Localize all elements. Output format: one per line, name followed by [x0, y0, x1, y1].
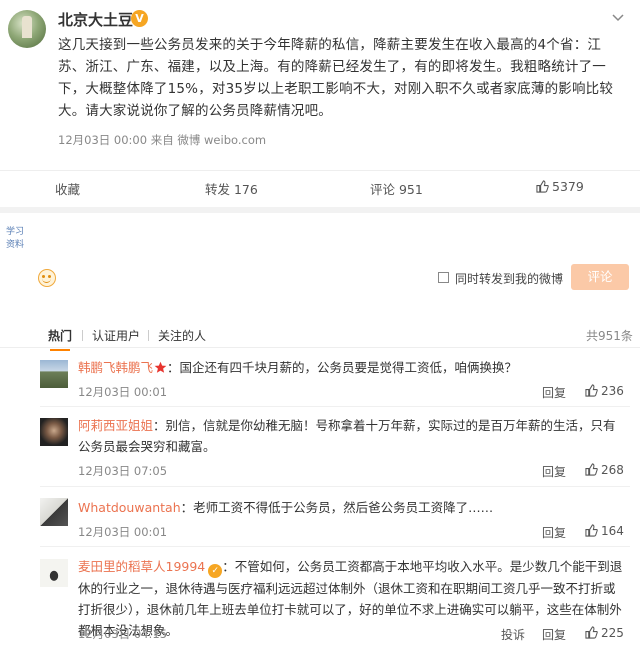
comment-like-count: 268 [601, 463, 624, 477]
reply-button[interactable]: 回复 [542, 626, 566, 643]
report-button[interactable]: 投诉 [501, 626, 525, 643]
tab-hot[interactable]: 热门 [48, 327, 72, 351]
chevron-down-icon[interactable] [612, 14, 624, 22]
comment-total: 共951条 [586, 329, 633, 343]
forward-button[interactable]: 转发 176 [205, 179, 258, 198]
tab-followed[interactable]: 关注的人 [158, 327, 206, 344]
comment-like-button[interactable]: 268 [585, 463, 624, 477]
thumbs-up-icon [585, 384, 598, 397]
like-button[interactable]: 5379 [536, 179, 584, 194]
comment-time: 12月03日 00:01 [78, 385, 168, 399]
like-count: 5379 [552, 179, 584, 194]
commenter-avatar[interactable] [40, 360, 68, 388]
comment-tabs: 热门 认证用户 关注的人 共951条 [0, 322, 640, 351]
comment-compose [0, 213, 640, 313]
comment-body: 韩鹏飞韩鹏飞 ：国企还有四千块月薪的，公务员要是觉得工资低，咱俩换换？ [78, 357, 626, 378]
author-avatar[interactable] [8, 10, 46, 48]
comment-like-count: 225 [601, 626, 624, 640]
commenter-name[interactable]: Whatdouwantah [78, 500, 181, 515]
comment-time: 12月03日 04:15 [78, 627, 168, 641]
comment-button[interactable]: 评论 951 [370, 179, 423, 198]
commenter-avatar[interactable] [40, 498, 68, 526]
commenter-name[interactable]: 阿莉西亚姐姐 [78, 418, 153, 433]
comment-time: 12月03日 07:05 [78, 464, 168, 478]
comment-like-button[interactable]: 225 [585, 626, 624, 640]
member-badge-icon: ✓ [208, 564, 223, 578]
thumbs-up-icon [585, 524, 598, 537]
comment-like-count: 236 [601, 384, 624, 398]
thumbs-up-icon [585, 463, 598, 476]
verified-badge-icon: V [131, 10, 148, 27]
comment-like-count: 164 [601, 524, 624, 538]
forward-checkbox[interactable] [438, 272, 449, 283]
post-text: 这几天接到一些公务员发来的关于今年降薪的私信，降薪主要发生在收入最高的4个省：江… [58, 37, 614, 119]
forward-checkbox-label[interactable]: 同时转发到我的微博 [455, 270, 563, 287]
comment-time: 12月03日 00:01 [78, 525, 168, 539]
comment-text: ：老师工资不得低于公务员，然后爸公务员工资降了…… [180, 500, 494, 515]
thumbs-up-icon [585, 626, 598, 639]
commenter-name[interactable]: 韩鹏飞韩鹏飞 [78, 360, 153, 375]
favorite-button[interactable]: 收藏 [55, 179, 80, 198]
emoji-icon[interactable] [38, 269, 56, 287]
author-name[interactable]: 北京大土豆 [58, 9, 133, 30]
reply-button[interactable]: 回复 [542, 524, 566, 541]
tab-separator [148, 330, 149, 341]
commenter-avatar[interactable] [40, 559, 68, 587]
action-bar: 收藏 转发 176 评论 951 5379 [0, 170, 640, 202]
post-meta: 12月03日 00:00 来自 微博 weibo.com [58, 133, 267, 147]
commenter-avatar[interactable] [40, 418, 68, 446]
comment-text: ：国企还有四千块月薪的，公务员要是觉得工资低，咱俩换换？ [167, 360, 518, 375]
comment-like-button[interactable]: 236 [585, 384, 624, 398]
submit-comment-button[interactable]: 评论 [571, 264, 629, 290]
watermark-logo: 学习资料 [6, 227, 25, 250]
star-icon [154, 361, 167, 373]
comment-divider [40, 546, 630, 547]
reply-button[interactable]: 回复 [542, 463, 566, 480]
thumbs-up-icon [536, 180, 549, 193]
comment-like-button[interactable]: 164 [585, 524, 624, 538]
comment-text: ：别信，信就是你幼稚无脑！号称拿着十万年薪，实际过的是百万年薪的生活，只有公务员… [78, 418, 616, 454]
comment-body: 阿莉西亚姐姐：别信，信就是你幼稚无脑！号称拿着十万年薪，实际过的是百万年薪的生活… [78, 415, 626, 457]
comment-divider [40, 406, 630, 407]
weibo-post: 北京大土豆 V 这几天接到一些公务员发来的关于今年降薪的私信，降薪主要发生在收入… [0, 0, 640, 165]
tab-separator [82, 330, 83, 341]
commenter-name[interactable]: 麦田里的稻草人19994 [78, 559, 205, 574]
reply-button[interactable]: 回复 [542, 384, 566, 401]
tab-certified[interactable]: 认证用户 [92, 327, 140, 344]
comment-divider [40, 486, 630, 487]
comment-body: Whatdouwantah：老师工资不得低于公务员，然后爸公务员工资降了…… [78, 497, 626, 518]
